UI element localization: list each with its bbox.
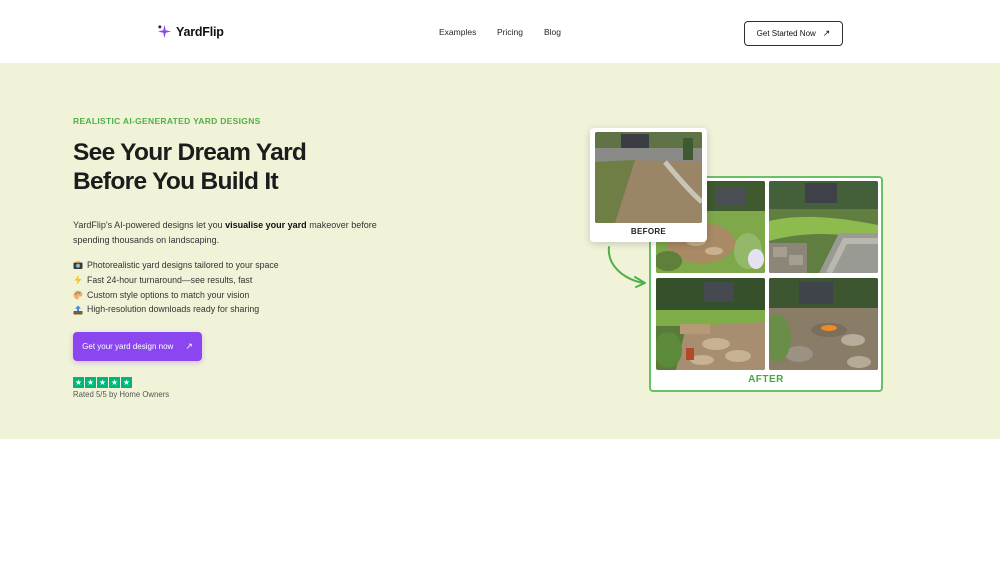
desc-text-bold: visualise your yard (225, 220, 307, 230)
before-label: BEFORE (630, 227, 667, 236)
arrow-up-right-icon: ↗ (185, 341, 193, 351)
feature-text: Photorealistic yard designs tailored to … (87, 260, 279, 270)
star-icon: ★ (73, 377, 84, 388)
arrow-up-right-icon: ↗ (822, 28, 831, 38)
star-icon: ★ (97, 377, 108, 388)
headline-line-2: Before You Build It (73, 168, 279, 195)
feature-text: High-resolution downloads ready for shar… (87, 304, 260, 315)
nav-examples-link[interactable]: Examples (439, 27, 476, 37)
curved-arrow-icon (607, 246, 646, 288)
main-nav: Examples Pricing Blog (0, 27, 1000, 41)
star-icon: ★ (109, 377, 120, 388)
feature-item: High-resolution downloads ready for shar… (73, 302, 279, 317)
nav-pricing-link[interactable]: Pricing (497, 27, 523, 37)
star-icon: ★ (121, 377, 132, 388)
feature-item: Fast 24-hour turnaround—see results, fas… (73, 273, 279, 288)
camera-flash-icon (73, 261, 83, 270)
get-started-button[interactable]: Get Started Now ↗ (744, 21, 843, 46)
get-started-label: Get Started Now (756, 29, 816, 38)
rating-text: Rated 5/5 by Home Owners (73, 390, 170, 399)
feature-text: Custom style options to match your visio… (87, 289, 250, 300)
before-image (595, 132, 702, 223)
get-yard-design-button[interactable]: Get your yard design now ↗ (73, 332, 202, 361)
nav-blog-link[interactable]: Blog (544, 27, 561, 37)
lightning-icon (74, 275, 82, 286)
desktop-upload-icon (73, 305, 83, 315)
hero-section: REALISTIC AI-GENERATED YARD DESIGNS See … (0, 63, 1000, 439)
hero-eyebrow: REALISTIC AI-GENERATED YARD DESIGNS (73, 116, 261, 126)
headline-line-1: See Your Dream Yard (73, 139, 307, 166)
site-header: YardFlip Examples Pricing Blog Get Start… (0, 0, 1000, 63)
hero-headline: See Your Dream Yard Before You Build It (73, 138, 403, 196)
after-image-2 (769, 181, 878, 273)
feature-list: Photorealistic yard designs tailored to … (73, 258, 279, 317)
palette-icon (73, 290, 83, 300)
hero-description: YardFlip's AI-powered designs let you vi… (73, 218, 403, 248)
after-label: AFTER (748, 374, 784, 385)
trustpilot-stars: ★ ★ ★ ★ ★ (73, 377, 132, 388)
desc-text-start: YardFlip's AI-powered designs let you (73, 220, 226, 230)
after-image-3 (656, 278, 765, 370)
star-icon: ★ (85, 377, 96, 388)
feature-item: Custom style options to match your visio… (73, 288, 279, 303)
cta-main-label: Get your yard design now (82, 342, 174, 351)
before-card: BEFORE (590, 128, 707, 242)
feature-item: Photorealistic yard designs tailored to … (73, 258, 279, 273)
feature-text: Fast 24-hour turnaround—see results, fas… (87, 274, 253, 285)
after-image-4 (769, 278, 878, 370)
